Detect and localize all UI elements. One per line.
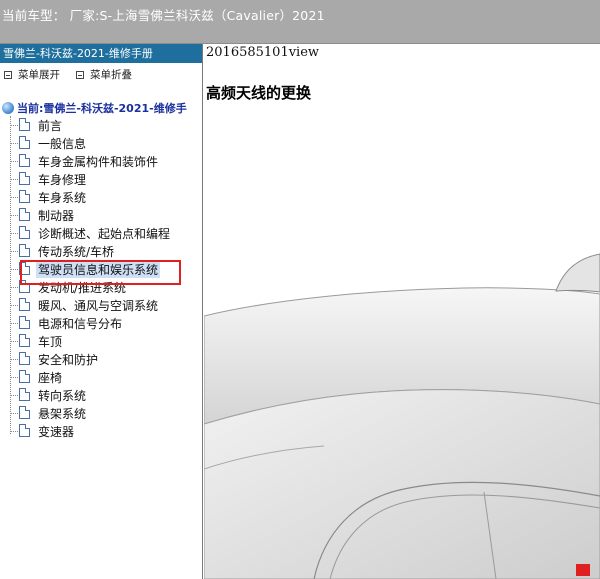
indicator-marker [576, 564, 590, 576]
document-icon [19, 154, 30, 167]
tree-item-label: 变速器 [38, 425, 75, 439]
tree-connector [10, 161, 18, 162]
document-icon [19, 406, 30, 419]
tree-item-label: 前言 [38, 119, 63, 133]
document-icon [19, 136, 30, 149]
tree-connector [10, 251, 18, 252]
sidebar-header: 雪佛兰-科沃兹-2021-维修手册 [0, 44, 202, 63]
document-id: 2016585101view [206, 45, 320, 60]
tree-connector [10, 125, 18, 126]
sidebar-toolbar: 菜单展开 菜单折叠 [0, 63, 202, 85]
expand-menu-button[interactable]: 菜单展开 [4, 67, 60, 82]
tree-connector [10, 233, 18, 234]
top-bar: 当前车型： 厂家:S-上海雪佛兰科沃兹（Cavalier）2021 [0, 0, 600, 44]
collapse-menu-label: 菜单折叠 [90, 69, 132, 81]
selection-highlight-box [20, 260, 181, 285]
tree-item-label: 车身修理 [38, 173, 87, 187]
document-icon [19, 172, 30, 185]
document-icon [19, 298, 30, 311]
tree-item-label: 诊断概述、起始点和编程 [38, 227, 171, 241]
globe-icon [2, 102, 14, 114]
tree-root-label: 当前:雪佛兰-科沃兹-2021-维修手 [17, 102, 187, 115]
expand-menu-label: 菜单展开 [18, 69, 60, 81]
content-pane: 2016585101view 高频天线的更换 [204, 44, 600, 579]
tree-connector [10, 305, 18, 306]
tree-item-label: 座椅 [38, 371, 63, 385]
page-title: 高频天线的更换 [206, 84, 312, 102]
tree-item-label: 制动器 [38, 209, 75, 223]
tree-item-label: 安全和防护 [38, 353, 99, 367]
document-icon [19, 226, 30, 239]
tree-connector [10, 431, 18, 432]
document-icon [19, 118, 30, 131]
document-icon [19, 208, 30, 221]
tree-connector [10, 215, 18, 216]
expand-icon [4, 71, 12, 79]
tree-connector [10, 179, 18, 180]
antenna-illustration [204, 253, 600, 579]
tree-connector [10, 143, 18, 144]
collapse-icon [76, 71, 84, 79]
tree-connector-line [10, 116, 11, 434]
tree-item-label: 车身金属构件和装饰件 [38, 155, 159, 169]
document-icon [19, 370, 30, 383]
document-icon [19, 424, 30, 437]
tree-connector [10, 377, 18, 378]
document-icon [19, 352, 30, 365]
document-icon [19, 316, 30, 329]
collapse-menu-button[interactable]: 菜单折叠 [76, 67, 132, 82]
tree-connector [10, 413, 18, 414]
tree-item-label: 传动系统/车桥 [38, 245, 115, 259]
tree-root[interactable]: 当前:雪佛兰-科沃兹-2021-维修手 [2, 100, 187, 116]
tree-connector [10, 323, 18, 324]
tree-item-label: 车身系统 [38, 191, 87, 205]
tree-item-label: 暖风、通风与空调系统 [38, 299, 159, 313]
tree-connector [10, 197, 18, 198]
tree-item-label: 电源和信号分布 [38, 317, 123, 331]
tree-connector [10, 359, 18, 360]
document-icon [19, 190, 30, 203]
tree-item-label: 一般信息 [38, 137, 87, 151]
tree-item-label: 车顶 [38, 335, 63, 349]
tree-item-label: 转向系统 [38, 389, 87, 403]
sidebar: 雪佛兰-科沃兹-2021-维修手册 菜单展开 菜单折叠 当前:雪佛兰-科沃兹-2… [0, 44, 203, 579]
current-vehicle-title: 当前车型： 厂家:S-上海雪佛兰科沃兹（Cavalier）2021 [2, 8, 325, 23]
tree-connector [10, 287, 18, 288]
tree-connector [10, 269, 18, 270]
document-icon [19, 388, 30, 401]
document-icon [19, 334, 30, 347]
tree-item-label: 悬架系统 [38, 407, 87, 421]
tree-connector [10, 341, 18, 342]
tree-connector [10, 395, 18, 396]
document-icon [19, 244, 30, 257]
